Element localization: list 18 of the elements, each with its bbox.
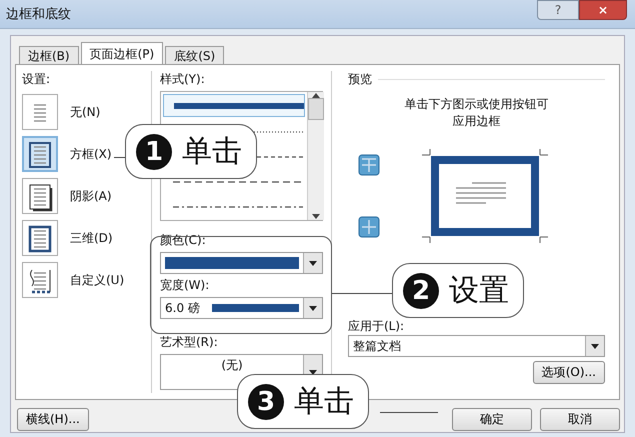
style-label: 样式(Y): [160, 71, 206, 88]
step-number: 2 [403, 272, 439, 308]
callout-text: 设置 [449, 272, 509, 310]
setting-label: 方框(X) [70, 146, 112, 162]
preview-hint: 单击下方图示或使用按钮可应用边框 [403, 96, 550, 130]
setting-label: 自定义(U) [70, 272, 124, 288]
setting-label: 三维(D) [70, 230, 113, 246]
width-label: 宽度(W): [160, 277, 210, 294]
callout-text: 单击 [182, 133, 242, 171]
art-label: 艺术型(R): [160, 334, 219, 351]
setting-label: 阴影(A) [70, 188, 112, 204]
setting-label: 无(N) [70, 104, 100, 120]
step-number: 1 [136, 134, 172, 170]
settings-label: 设置: [22, 71, 52, 88]
apply-to-label: 应用于(L): [348, 318, 406, 335]
preview-label: 预览 [348, 71, 372, 88]
step-number: 3 [248, 384, 284, 420]
window-title: 边框和底纹 [6, 6, 72, 23]
